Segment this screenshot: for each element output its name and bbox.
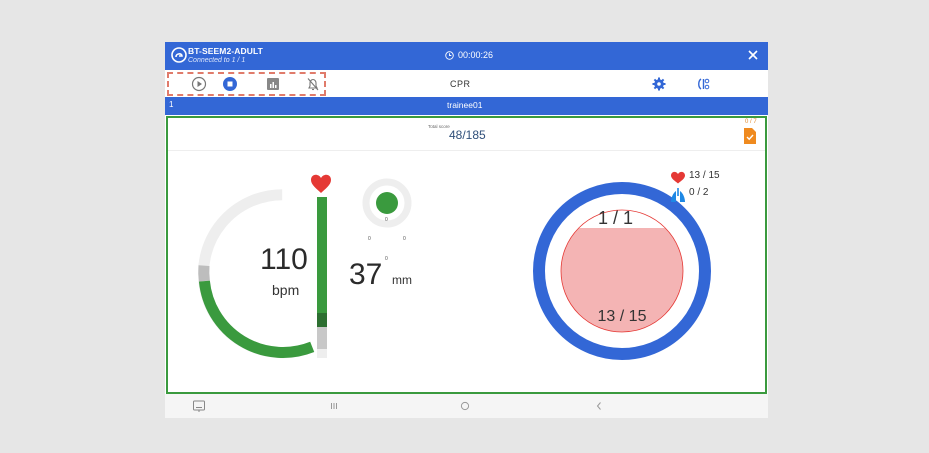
rate-gauge-target [198,265,210,282]
hand-position-top: 0 [385,217,388,223]
score-row: Total score 48/185 0 / 7 [168,118,765,151]
clock-icon [445,50,454,60]
compression-depth-unit: mm [392,273,412,287]
compression-heart-icon [671,171,685,184]
heart-icon [311,174,331,193]
cpr-gauges [197,171,711,360]
device-name: BT-SEEM2-ADULT [188,46,263,56]
trainee-name: trainee01 [447,100,483,110]
hand-position-bottom: 0 [385,256,388,262]
timer-value: 00:00:26 [458,50,494,60]
hand-position-right: 0 [403,236,406,242]
lungs-icon [671,188,685,202]
ventilations-legend: 0 / 2 [689,187,708,198]
system-nav-bar [165,394,768,418]
total-score-label: Total score [428,124,450,129]
cpr-feedback-panel: Total score 48/185 0 / 7 110 bpm 37 mm 1… [166,116,767,394]
app-logo-icon [171,47,187,63]
depth-bar-fill [317,197,327,313]
connection-status: Connected to 1 / 1 [188,57,246,64]
recent-apps-icon[interactable] [326,398,342,414]
compression-ratio: 13 / 15 [597,308,647,325]
total-score-value: 48/185 [449,128,486,142]
depth-bar-lower [317,327,327,349]
title-bar: BT-SEEM2-ADULT Connected to 1 / 1 00:00:… [165,42,768,70]
hand-position-left: 0 [368,236,371,242]
depth-bar-target [317,313,327,327]
device-screen: BT-SEEM2-ADULT Connected to 1 / 1 00:00:… [165,42,768,418]
toolbar-highlight [167,72,326,96]
compressions-legend: 13 / 15 [689,170,720,181]
document-check-icon[interactable] [743,128,757,144]
ventilations-legend-value: 0 / 2 [689,187,709,198]
cycle-count: 1 / 1 [598,208,634,228]
gear-icon[interactable] [651,76,667,92]
page-title: CPR [450,79,471,89]
compression-rate-value: 110 [260,243,308,276]
close-icon[interactable] [745,47,761,63]
compression-rate-unit: bpm [272,282,300,298]
hand-position-count: 11 [380,233,394,247]
keyboard-icon[interactable] [191,398,207,414]
compression-depth-value: 37 [349,258,383,291]
sound-settings-icon[interactable] [695,76,711,92]
back-icon[interactable] [591,398,607,414]
trainee-index: 1 [169,100,174,109]
session-timer: 00:00:26 [445,50,493,60]
home-icon[interactable] [457,398,473,414]
trainee-bar[interactable]: 1 trainee01 [165,97,768,115]
compressions-legend-value: 13 / 15 [689,170,720,181]
toolbar: CPR [165,70,768,97]
report-count: 0 / 7 [745,119,757,125]
